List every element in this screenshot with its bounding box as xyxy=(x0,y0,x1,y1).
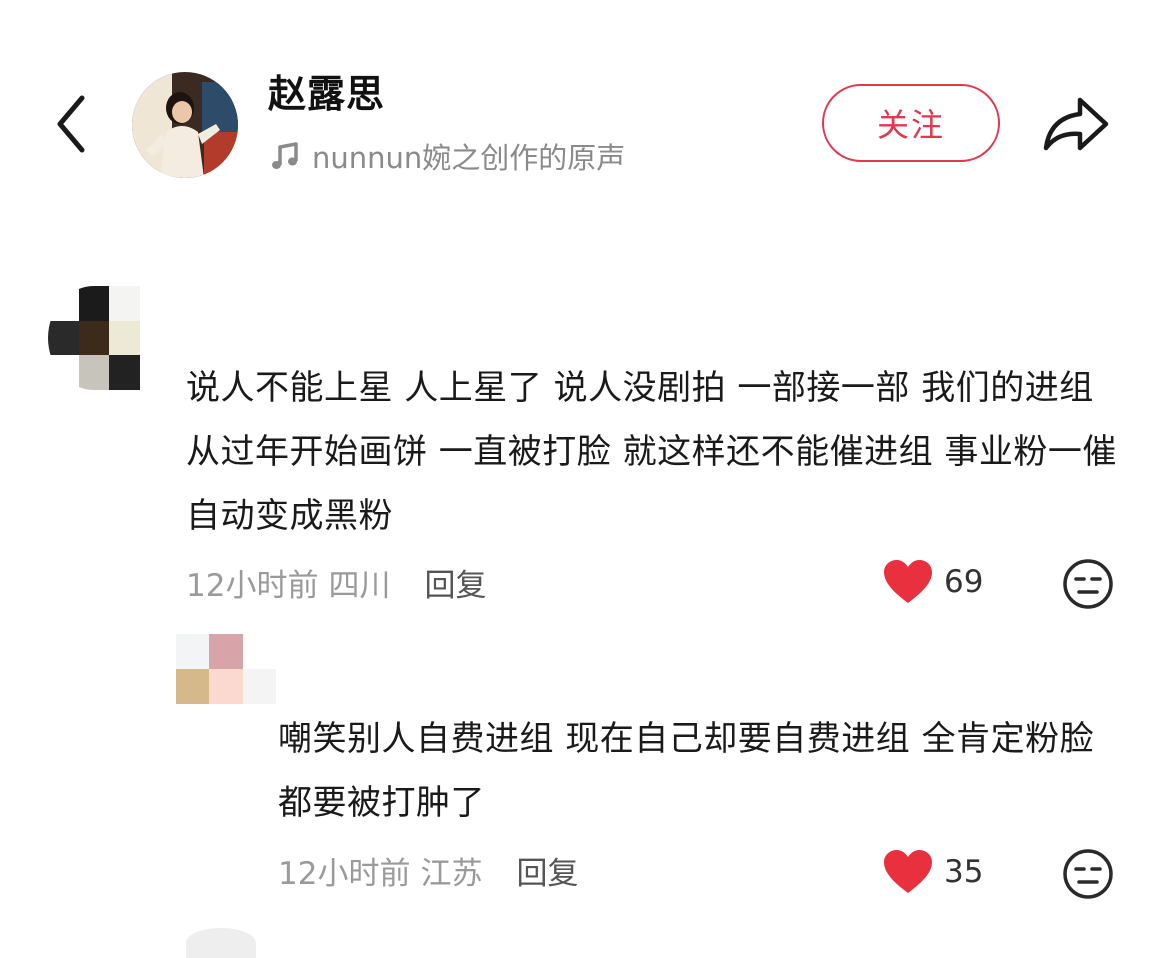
reply-commenter-avatar[interactable] xyxy=(176,634,276,704)
like-button[interactable]: 69 xyxy=(882,556,983,608)
comment-time: 12小时前 xyxy=(186,567,319,604)
reply-meta: 12小时前 江苏 回复 xyxy=(278,846,578,894)
music-note-icon xyxy=(272,142,298,169)
commenter-avatar[interactable] xyxy=(48,286,140,390)
comment-location: 四川 xyxy=(328,567,391,604)
follow-button[interactable]: 关注 xyxy=(822,84,1000,162)
meh-face-icon xyxy=(1063,559,1113,609)
reply-time: 12小时前 xyxy=(278,855,411,892)
reply-location: 江苏 xyxy=(420,855,483,892)
music-source[interactable]: nunnun婉之创作的原声 xyxy=(268,134,625,178)
like-count: 69 xyxy=(944,564,984,600)
chevron-left-icon xyxy=(57,95,85,153)
heart-icon xyxy=(884,850,932,893)
reply-text: 嘲笑别人自费进组 现在自己却要自费进组 全肯定粉脸都要被打肿了 xyxy=(278,719,1095,823)
back-button[interactable] xyxy=(50,92,94,156)
share-button[interactable] xyxy=(1040,92,1112,156)
dislike-button[interactable] xyxy=(1062,848,1114,900)
meh-face-icon xyxy=(1063,849,1113,899)
comment-meta: 12小时前 四川 回复 xyxy=(186,558,486,606)
share-arrow-icon xyxy=(1043,97,1109,151)
author-name[interactable]: 赵露思 xyxy=(268,70,385,118)
heart-icon xyxy=(884,560,932,603)
like-count: 35 xyxy=(944,854,984,890)
music-label: nunnun婉之创作的原声 xyxy=(312,141,626,175)
reply-button[interactable]: 回复 xyxy=(424,560,486,605)
comment-text: 说人不能上星 人上星了 说人没剧拍 一部接一部 我们的进组从过年开始画饼 一直被… xyxy=(186,368,1117,536)
dislike-button[interactable] xyxy=(1062,558,1114,610)
next-commenter-avatar[interactable] xyxy=(186,928,256,958)
author-avatar[interactable] xyxy=(132,72,238,178)
like-button[interactable]: 35 xyxy=(882,846,983,898)
reply-button[interactable]: 回复 xyxy=(516,848,578,893)
